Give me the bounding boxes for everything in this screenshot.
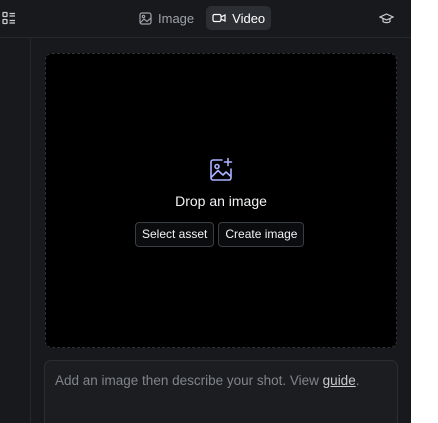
tab-video[interactable]: Video bbox=[206, 6, 272, 30]
prompt-trailing: . bbox=[355, 373, 360, 388]
tab-image[interactable]: Image bbox=[133, 6, 200, 30]
image-add-icon bbox=[208, 157, 234, 183]
left-rail bbox=[0, 38, 31, 423]
prompt-input[interactable]: Add an image then describe your shot. Vi… bbox=[44, 360, 398, 423]
tab-image-label: Image bbox=[158, 10, 195, 26]
prompt-placeholder: Add an image then describe your shot. Vi… bbox=[55, 373, 323, 388]
image-dropzone[interactable]: Drop an image Select asset Create image bbox=[45, 53, 397, 348]
app-window: Image Video Drop an image Select asset C… bbox=[0, 0, 438, 423]
tab-video-label: Video bbox=[232, 10, 266, 26]
media-type-tabs: Image Video bbox=[133, 6, 272, 30]
top-bar: Image Video bbox=[0, 0, 411, 38]
image-icon bbox=[139, 11, 152, 25]
video-icon bbox=[212, 12, 226, 24]
select-asset-button[interactable]: Select asset bbox=[135, 222, 215, 247]
dropzone-title: Drop an image bbox=[175, 193, 267, 209]
guide-link[interactable]: guide bbox=[323, 373, 356, 388]
right-edge-strip bbox=[411, 0, 438, 423]
dropzone-actions: Select asset Create image bbox=[135, 222, 305, 247]
grid-list-icon[interactable] bbox=[2, 11, 16, 25]
graduation-cap-icon[interactable] bbox=[378, 11, 395, 26]
create-image-button[interactable]: Create image bbox=[218, 222, 305, 247]
